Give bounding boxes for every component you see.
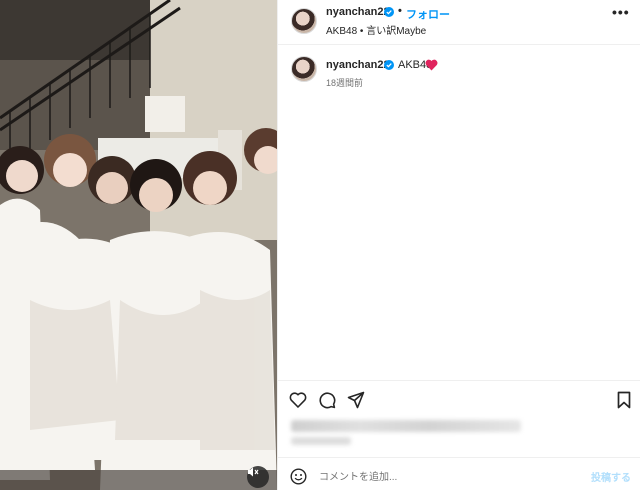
post-comment-button[interactable]: 投稿する (591, 469, 631, 484)
post-date-blurred (291, 437, 351, 445)
post-header: nyanchan22 • フォロー AKB48 • 言い訳Maybe ••• (278, 0, 640, 44)
post-sidebar: nyanchan22 • フォロー AKB48 • 言い訳Maybe ••• n… (277, 0, 640, 490)
mute-button[interactable] (247, 466, 269, 488)
post-photo (0, 0, 277, 490)
header-separator: • (398, 5, 402, 17)
avatar[interactable] (291, 8, 317, 34)
red-heart-icon (425, 59, 438, 71)
actions-divider (278, 380, 640, 381)
likes-summary-blurred (291, 420, 521, 432)
header-divider (278, 44, 640, 45)
avatar[interactable] (291, 56, 317, 82)
verified-badge-icon (384, 60, 394, 70)
comment-icon[interactable] (318, 391, 336, 409)
post-media[interactable] (0, 0, 277, 490)
more-options-button[interactable]: ••• (612, 4, 630, 20)
comment-divider (278, 457, 640, 458)
verified-badge-icon (384, 7, 394, 17)
heart-icon[interactable] (289, 391, 307, 409)
bookmark-icon[interactable] (615, 391, 633, 409)
audio-line[interactable]: AKB48 • 言い訳Maybe (326, 22, 426, 37)
follow-button[interactable]: フォロー (406, 6, 450, 22)
caption-username[interactable]: nyanchan22 (326, 59, 390, 71)
emoji-icon[interactable] (290, 468, 307, 485)
comment-input[interactable] (319, 468, 579, 486)
speaker-muted-icon (248, 467, 259, 477)
caption: nyanchan22 AKB48 18週間前 (278, 52, 640, 92)
header-username[interactable]: nyanchan22 (326, 6, 390, 18)
share-icon[interactable] (347, 391, 365, 409)
timestamp: 18週間前 (326, 78, 364, 88)
